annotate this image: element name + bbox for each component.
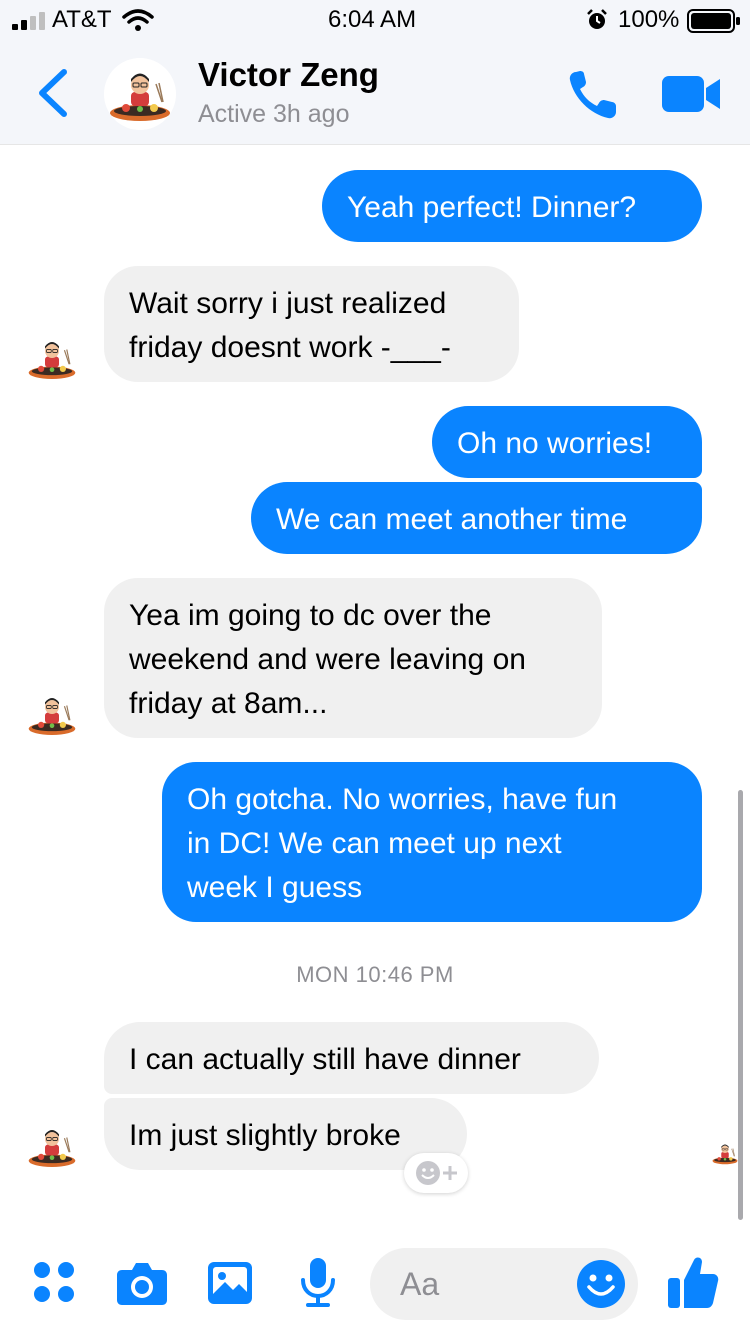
- back-chevron-icon[interactable]: [30, 66, 74, 120]
- add-reaction-button[interactable]: [404, 1153, 468, 1193]
- clock: 6:04 AM: [328, 6, 417, 33]
- status-bar: AT&T 6:04 AM 100%: [0, 0, 750, 42]
- message-input-placeholder: Aa: [400, 1266, 440, 1302]
- read-receipt-avatar: [710, 1138, 740, 1168]
- microphone-icon[interactable]: [298, 1256, 338, 1308]
- more-apps-icon[interactable]: [32, 1260, 76, 1304]
- battery-icon: [687, 9, 740, 33]
- sender-avatar[interactable]: [24, 686, 80, 742]
- conversation-header: Victor Zeng Active 3h ago: [0, 42, 750, 145]
- contact-avatar[interactable]: [104, 58, 176, 130]
- video-camera-icon[interactable]: [660, 72, 722, 116]
- message-bubble-incoming[interactable]: I can actually still have dinner: [104, 1022, 599, 1094]
- message-bubble-outgoing[interactable]: Oh gotcha. No worries, have fun in DC! W…: [162, 762, 702, 922]
- message-bubble-outgoing[interactable]: We can meet another time: [251, 482, 702, 554]
- timestamp-divider: MON 10:46 PM: [296, 962, 454, 987]
- camera-icon[interactable]: [116, 1260, 168, 1306]
- contact-name[interactable]: Victor Zeng: [198, 56, 379, 94]
- message-bubble-outgoing[interactable]: Oh no worries!: [432, 406, 702, 478]
- photo-gallery-icon[interactable]: [206, 1260, 254, 1306]
- battery-percentage: 100%: [618, 6, 680, 33]
- phone-icon[interactable]: [566, 68, 622, 122]
- composer-bar: Aa: [0, 1234, 750, 1334]
- thumbs-up-icon[interactable]: [666, 1254, 720, 1310]
- sender-avatar[interactable]: [24, 1118, 80, 1174]
- message-bubble-incoming[interactable]: Wait sorry i just realized friday doesnt…: [104, 266, 519, 382]
- message-bubble-outgoing[interactable]: Yeah perfect! Dinner?: [322, 170, 702, 242]
- sender-avatar[interactable]: [24, 330, 80, 386]
- message-bubble-incoming[interactable]: Yea im going to dc over the weekend and …: [104, 578, 602, 738]
- add-reaction-icon: [416, 1161, 457, 1185]
- scrollbar[interactable]: [738, 790, 743, 1220]
- presence-status: Active 3h ago: [198, 100, 350, 128]
- emoji-icon[interactable]: [576, 1259, 626, 1309]
- alarm-icon: [587, 9, 607, 29]
- wifi-icon: [122, 9, 154, 31]
- signal-icon: [12, 12, 45, 30]
- message-input[interactable]: Aa: [370, 1248, 638, 1320]
- carrier-label: AT&T: [52, 6, 112, 33]
